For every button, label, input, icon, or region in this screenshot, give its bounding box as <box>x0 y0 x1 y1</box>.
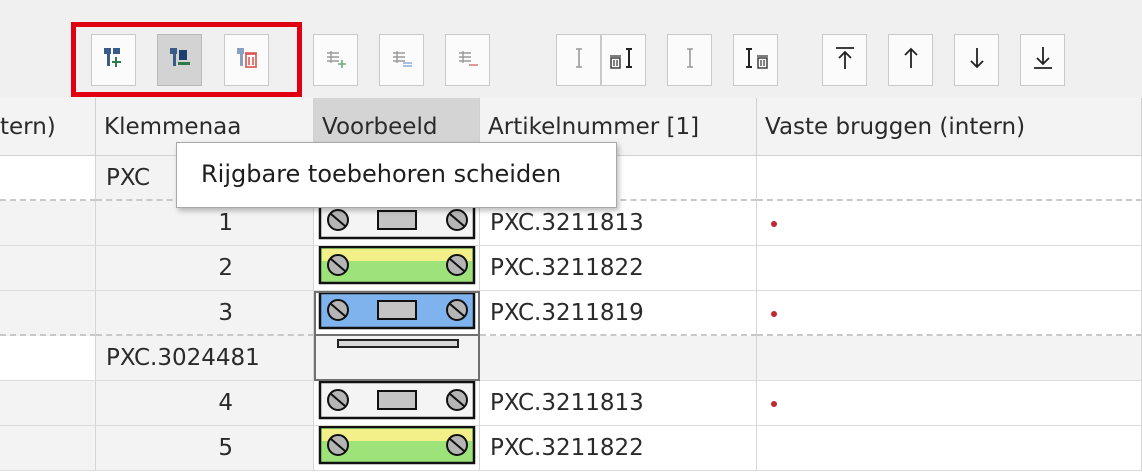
tooltip: Rijgbare toebehoren scheiden <box>176 142 617 208</box>
cell-bridge <box>757 426 1142 471</box>
article-number: PXC.3211822 <box>480 246 757 291</box>
arrow-top-icon <box>833 45 857 75</box>
table-row[interactable]: 4 PXC.3211813 <box>0 381 1142 426</box>
column-header-c0[interactable]: tern) <box>0 98 96 156</box>
bridge-plain-icon <box>677 45 703 75</box>
bridge-dot-icon <box>771 311 777 317</box>
bridge-delete-left-button[interactable] <box>601 34 646 86</box>
terminal-preview <box>314 291 480 336</box>
bridge-dot-icon <box>771 401 777 407</box>
remove-terminal-button[interactable] <box>445 34 490 86</box>
terminal-preview-green-icon <box>318 246 476 285</box>
article-number: PXC.3211813 <box>480 381 757 426</box>
accessory-preview <box>314 336 480 381</box>
terminal-add-icon <box>323 45 349 75</box>
table-row[interactable]: PXC.3024481 <box>0 336 1142 381</box>
bridge-delete-right-button[interactable] <box>733 34 778 86</box>
duplicate-terminal-button[interactable] <box>379 34 424 86</box>
terminal-number: 2 <box>96 246 314 291</box>
cell-bridge <box>757 336 1142 381</box>
highlight-frame <box>71 22 302 97</box>
arrow-bottom-icon <box>1031 45 1055 75</box>
cell-bridge <box>757 156 1142 201</box>
cell-bridge <box>757 291 1142 336</box>
move-down-button[interactable] <box>954 34 999 86</box>
bridge-delete-right-icon <box>741 45 771 75</box>
table-row[interactable]: 5 PXC.3211822 <box>0 426 1142 471</box>
bridge-insert-icon <box>566 45 592 75</box>
cell-c0 <box>0 426 96 471</box>
arrow-down-icon <box>965 45 989 75</box>
terminal-preview <box>314 246 480 291</box>
terminal-preview <box>314 426 480 471</box>
move-to-bottom-button[interactable] <box>1020 34 1065 86</box>
terminal-preview <box>314 381 480 426</box>
cell-c0 <box>0 381 96 426</box>
insert-terminal-button[interactable] <box>313 34 358 86</box>
cell-c0 <box>0 201 96 246</box>
cell-c0 <box>0 336 96 381</box>
accessory-bar-icon <box>337 339 459 348</box>
table-row[interactable]: 2 PXC.3211822 <box>0 246 1142 291</box>
cell-bridge <box>757 246 1142 291</box>
bridge-dot-icon <box>771 221 777 227</box>
bridge-plain-button[interactable] <box>667 34 712 86</box>
terminal-preview-green-icon <box>318 426 476 465</box>
cell-bridge <box>757 201 1142 246</box>
move-up-button[interactable] <box>888 34 933 86</box>
cell-article <box>480 336 757 381</box>
article-number: PXC.3211822 <box>480 426 757 471</box>
cell-c0 <box>0 246 96 291</box>
insert-bridge-button[interactable] <box>556 34 601 86</box>
group-label: PXC.3024481 <box>96 336 314 381</box>
terminal-number: 4 <box>96 381 314 426</box>
move-to-top-button[interactable] <box>822 34 867 86</box>
terminal-preview-gray-icon <box>318 381 476 420</box>
terminal-number: 5 <box>96 426 314 471</box>
cell-bridge <box>757 381 1142 426</box>
table-row[interactable]: 3 PXC.3211819 <box>0 291 1142 336</box>
cell-c0 <box>0 291 96 336</box>
column-header-bridges[interactable]: Vaste bruggen (intern) <box>757 98 1142 156</box>
article-number: PXC.3211819 <box>480 291 757 336</box>
arrow-up-icon <box>899 45 923 75</box>
cell-c0 <box>0 156 96 201</box>
terminal-copy-icon <box>389 45 415 75</box>
terminal-remove-icon <box>455 45 481 75</box>
terminal-preview-blue-icon <box>318 293 476 330</box>
terminal-number: 3 <box>96 291 314 336</box>
bridge-delete-left-icon <box>609 45 639 75</box>
